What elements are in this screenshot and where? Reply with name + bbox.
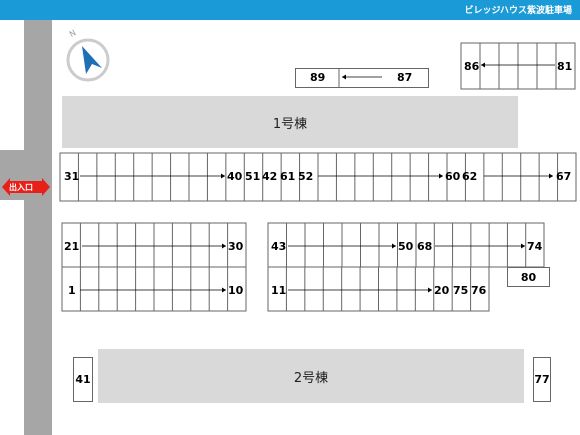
label-52: 52 <box>298 170 314 183</box>
label-75: 75 <box>453 284 469 297</box>
label-62: 62 <box>462 170 478 183</box>
arrow-1-10-head <box>222 287 226 293</box>
label-68: 68 <box>417 240 433 253</box>
row-68-74 <box>415 222 545 268</box>
label-87: 87 <box>397 71 413 84</box>
label-67: 67 <box>556 170 572 183</box>
label-43: 43 <box>271 240 287 253</box>
label-30: 30 <box>228 240 244 253</box>
label-31: 31 <box>64 170 80 183</box>
label-20: 20 <box>434 284 450 297</box>
parking-map: ビレッジハウス紫波駐車場 1号棟 2号棟 80 41 77 N 出入口 89 8… <box>0 0 580 435</box>
label-42: 42 <box>262 170 278 183</box>
label-81: 81 <box>557 60 573 73</box>
label-74: 74 <box>527 240 543 253</box>
label-76: 76 <box>471 284 487 297</box>
arrow-89-87-head <box>342 74 346 80</box>
label-50: 50 <box>398 240 414 253</box>
label-1: 1 <box>68 284 76 297</box>
arrow-62-67-head <box>549 173 553 179</box>
label-61: 61 <box>280 170 296 183</box>
arrow-86-81-head <box>481 62 485 68</box>
label-10: 10 <box>228 284 244 297</box>
label-11: 11 <box>271 284 287 297</box>
arrow-11-20-head <box>428 287 432 293</box>
label-51: 51 <box>245 170 261 183</box>
arrow-31-40-head <box>221 173 225 179</box>
entrance-label: 出入口 <box>9 183 33 192</box>
arrow-68-74-head <box>521 243 525 249</box>
arrow-52-60-head <box>439 173 443 179</box>
label-21: 21 <box>64 240 80 253</box>
arrow-21-30-head <box>222 243 226 249</box>
label-40: 40 <box>227 170 243 183</box>
map-graphics <box>2 38 577 312</box>
arrow-43-50-head <box>392 243 396 249</box>
label-89: 89 <box>310 71 326 84</box>
label-60: 60 <box>445 170 461 183</box>
label-86: 86 <box>464 60 480 73</box>
